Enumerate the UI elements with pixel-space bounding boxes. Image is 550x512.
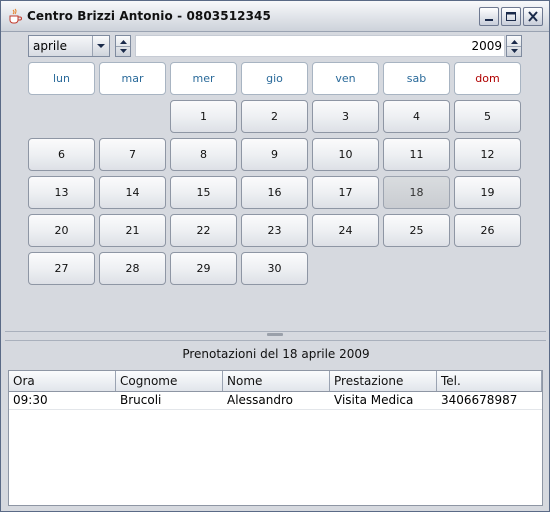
month-combo[interactable]: aprile	[28, 35, 110, 57]
day-button-7[interactable]: 7	[99, 138, 166, 171]
weekday-header-mar: mar	[99, 62, 166, 95]
month-spinner[interactable]	[115, 35, 131, 57]
column-header-nome[interactable]: Nome	[223, 371, 330, 391]
day-button-30[interactable]: 30	[241, 252, 308, 285]
day-button-11[interactable]: 11	[383, 138, 450, 171]
weekday-header-lun: lun	[28, 62, 95, 95]
window-title: Centro Brizzi Antonio - 0803512345	[27, 9, 271, 23]
divider-grip-icon[interactable]	[267, 333, 283, 336]
table-cell: Visita Medica	[334, 393, 414, 407]
day-button-15[interactable]: 15	[170, 176, 237, 209]
year-spinner[interactable]	[506, 35, 522, 57]
minimize-button[interactable]	[479, 7, 499, 26]
year-value: 2009	[471, 39, 502, 53]
day-button-13[interactable]: 13	[28, 176, 95, 209]
java-cup-icon	[7, 8, 23, 24]
year-field[interactable]: 2009	[135, 35, 505, 57]
day-button-29[interactable]: 29	[170, 252, 237, 285]
maximize-button[interactable]	[501, 7, 521, 26]
weekday-header-ven: ven	[312, 62, 379, 95]
app-window: Centro Brizzi Antonio - 0803512345 april…	[0, 0, 550, 512]
column-header-ora[interactable]: Ora	[9, 371, 116, 391]
day-button-28[interactable]: 28	[99, 252, 166, 285]
day-button-4[interactable]: 4	[383, 100, 450, 133]
combo-arrow[interactable]	[92, 36, 109, 56]
table-cell: 09:30	[13, 393, 48, 407]
close-button[interactable]	[523, 7, 543, 26]
day-button-27[interactable]: 27	[28, 252, 95, 285]
day-button-6[interactable]: 6	[28, 138, 95, 171]
title-bar[interactable]: Centro Brizzi Antonio - 0803512345	[1, 1, 549, 32]
day-button-12[interactable]: 12	[454, 138, 521, 171]
day-button-5[interactable]: 5	[454, 100, 521, 133]
year-down-button[interactable]	[507, 46, 521, 56]
month-value: aprile	[33, 39, 67, 53]
day-button-9[interactable]: 9	[241, 138, 308, 171]
column-header-cognome[interactable]: Cognome	[116, 371, 223, 391]
table-cell: Alessandro	[227, 393, 294, 407]
day-button-16[interactable]: 16	[241, 176, 308, 209]
day-button-17[interactable]: 17	[312, 176, 379, 209]
day-button-14[interactable]: 14	[99, 176, 166, 209]
day-button-21[interactable]: 21	[99, 214, 166, 247]
minimize-icon	[485, 19, 493, 21]
day-button-20[interactable]: 20	[28, 214, 95, 247]
column-header-prestazione[interactable]: Prestazione	[330, 371, 437, 391]
month-down-button[interactable]	[116, 46, 130, 56]
day-button-18[interactable]: 18	[383, 176, 450, 209]
day-button-19[interactable]: 19	[454, 176, 521, 209]
table-header: Ora Cognome Nome Prestazione Tel.	[9, 371, 542, 392]
table-row[interactable]: 09:30 Brucoli Alessandro Visita Medica 34066…	[9, 392, 542, 410]
day-button-3[interactable]: 3	[312, 100, 379, 133]
day-button-24[interactable]: 24	[312, 214, 379, 247]
column-header-tel[interactable]: Tel.	[437, 371, 542, 391]
day-button-2[interactable]: 2	[241, 100, 308, 133]
bookings-title: Prenotazioni del 18 aprile 2009	[182, 347, 370, 361]
day-button-1[interactable]: 1	[170, 100, 237, 133]
weekday-header-dom: dom	[454, 62, 521, 95]
arrow-down-icon	[511, 49, 518, 53]
weekday-header-gio: gio	[241, 62, 308, 95]
day-button-22[interactable]: 22	[170, 214, 237, 247]
day-button-23[interactable]: 23	[241, 214, 308, 247]
maximize-icon	[506, 12, 516, 21]
table-cell: 3406678987	[441, 393, 518, 407]
close-icon	[528, 11, 538, 22]
bookings-table: Ora Cognome Nome Prestazione Tel. 09:30 Bruco…	[8, 370, 543, 506]
day-button-8[interactable]: 8	[170, 138, 237, 171]
chevron-down-icon	[97, 44, 105, 48]
table-cell: Brucoli	[120, 393, 162, 407]
day-button-26[interactable]: 26	[454, 214, 521, 247]
weekday-header-sab: sab	[383, 62, 450, 95]
day-button-25[interactable]: 25	[383, 214, 450, 247]
arrow-down-icon	[120, 49, 127, 53]
day-button-10[interactable]: 10	[312, 138, 379, 171]
weekday-header-mer: mer	[170, 62, 237, 95]
